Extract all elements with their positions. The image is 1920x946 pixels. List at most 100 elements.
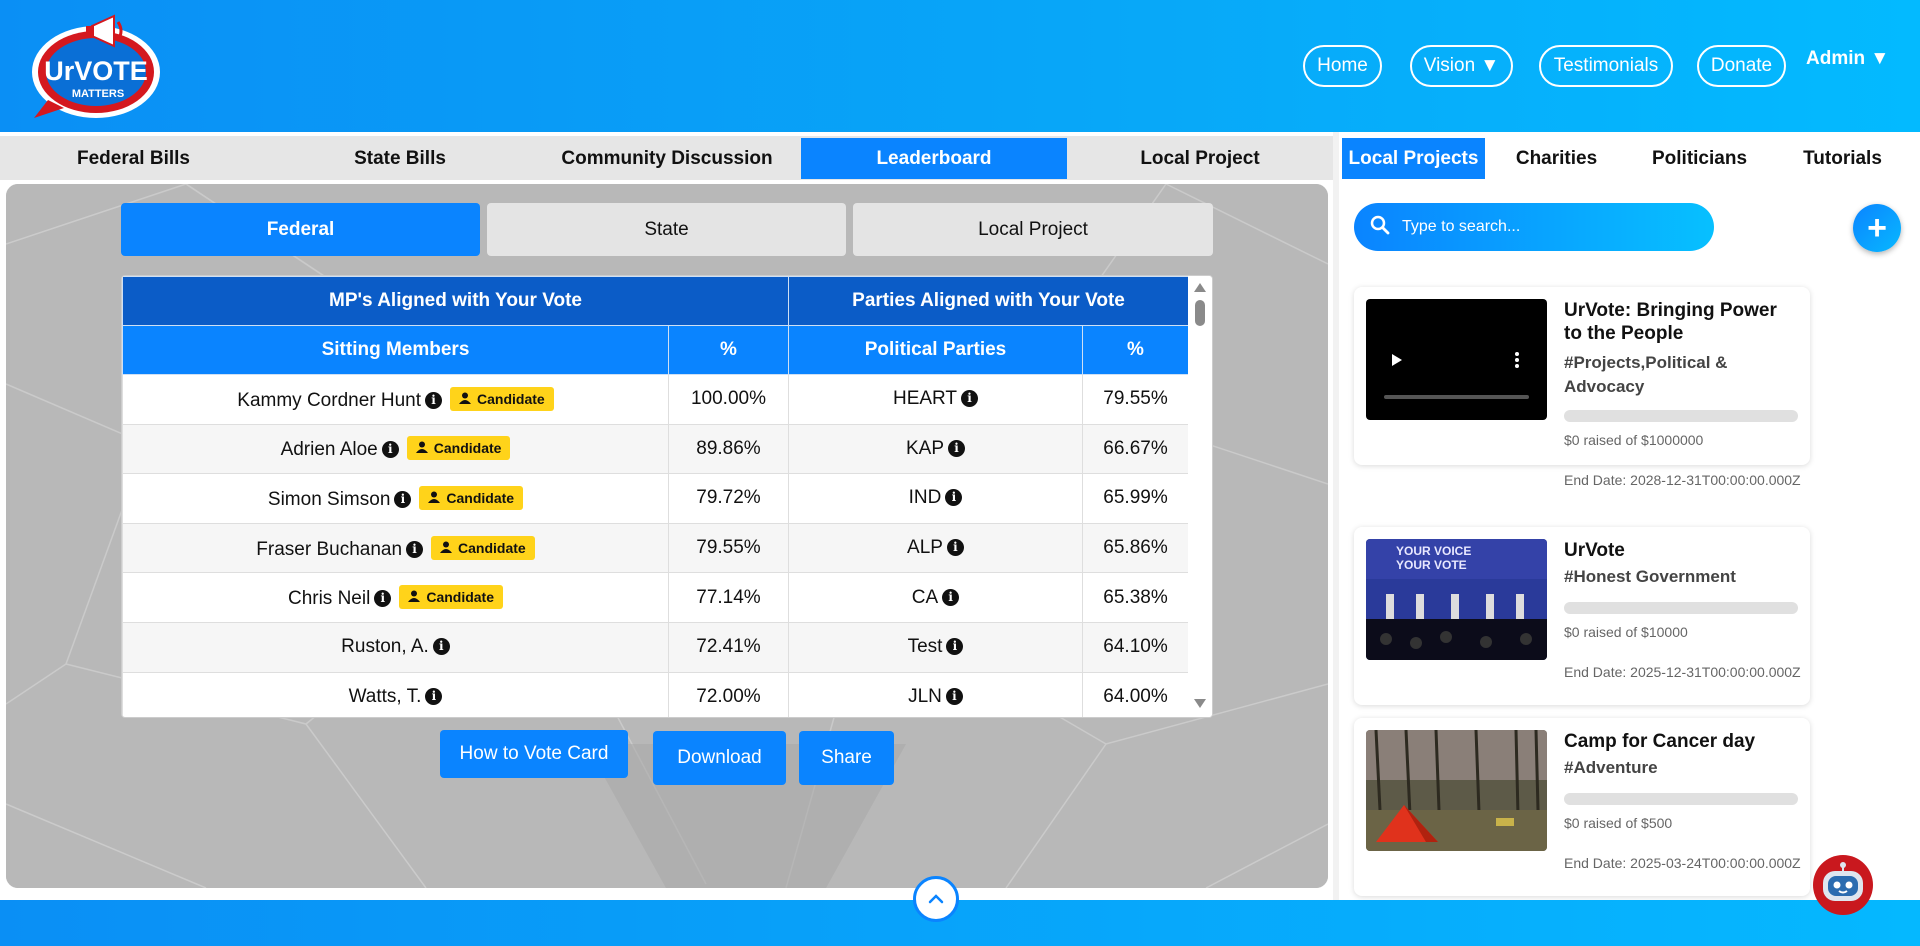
project-tags: #Honest Government (1564, 567, 1736, 586)
project-card[interactable]: UrVote: Bringing Power to the People #Pr… (1354, 287, 1810, 488)
member-cell: Fraser Buchanan i Candidate (122, 522, 669, 574)
seg-federal[interactable]: Federal (121, 203, 480, 256)
tab-local-projects[interactable]: Local Projects (1342, 138, 1485, 179)
party-name[interactable]: KAP (906, 438, 944, 459)
alignment-table-container[interactable]: MP's Aligned with Your Vote Parties Alig… (121, 275, 1213, 718)
sitting-members-header[interactable]: Sitting Members (122, 325, 669, 375)
nav-home-button[interactable]: Home (1303, 45, 1382, 87)
seg-local-project[interactable]: Local Project (853, 203, 1213, 256)
info-icon[interactable]: i (374, 590, 392, 608)
info-icon[interactable]: i (406, 540, 424, 558)
tab-state-bills[interactable]: State Bills (267, 138, 533, 179)
info-icon[interactable]: i (946, 539, 964, 557)
table-row[interactable]: Fraser Buchanan i Candidate 79.55% ALP i 65.86… (122, 522, 1190, 574)
member-name[interactable]: Simon Simson (268, 489, 391, 510)
table-row[interactable]: Kammy Cordner Hunt i Candidate 100.00% HEART… (122, 374, 1190, 425)
tab-politicians[interactable]: Politicians (1628, 138, 1771, 179)
info-icon[interactable]: i (942, 588, 960, 606)
member-percent: 100.00% (668, 374, 789, 425)
tab-tutorials[interactable]: Tutorials (1771, 138, 1914, 179)
table-scrollbar[interactable] (1188, 276, 1212, 717)
table-row[interactable]: Ruston, A. i 72.41% Test i 64.10% (122, 621, 1190, 673)
tab-leaderboard[interactable]: Leaderboard (801, 138, 1067, 179)
tab-community-discussion[interactable]: Community Discussion (533, 138, 801, 179)
party-cell: JLN i (788, 671, 1083, 717)
project-title[interactable]: Camp for Cancer day (1564, 730, 1794, 753)
project-card[interactable]: YOUR VOICE YOUR VOTE UrVote #Honest Gove… (1354, 527, 1810, 705)
info-icon[interactable]: i (945, 687, 963, 705)
info-icon[interactable]: i (961, 390, 979, 408)
party-name[interactable]: ALP (907, 537, 943, 558)
member-name[interactable]: Kammy Cordner Hunt (237, 390, 421, 411)
project-title[interactable]: UrVote (1564, 539, 1794, 562)
project-image[interactable]: YOUR VOICE YOUR VOTE (1366, 539, 1547, 660)
party-name[interactable]: HEART (893, 388, 957, 409)
info-icon[interactable]: i (394, 490, 412, 508)
info-icon[interactable]: i (945, 489, 963, 507)
member-name[interactable]: Ruston, A. (341, 636, 429, 657)
svg-text:MATTERS: MATTERS (72, 88, 124, 100)
admin-menu[interactable]: Admin ▼ (1806, 48, 1889, 70)
nav-testimonials-button[interactable]: Testimonials (1539, 45, 1673, 87)
party-cell: IND i (788, 473, 1083, 524)
member-cell: Chris Neil i Candidate (122, 572, 669, 623)
tab-charities[interactable]: Charities (1485, 138, 1628, 179)
table-row[interactable]: Simon Simson i Candidate 79.72% IND i 65.99% (122, 473, 1190, 524)
party-name[interactable]: CA (912, 587, 938, 608)
nav-vision-button[interactable]: Vision ▼ (1410, 45, 1513, 87)
scroll-to-top-button[interactable] (913, 876, 959, 922)
member-cell: Ruston, A. i (122, 621, 669, 673)
info-icon[interactable]: i (432, 638, 450, 656)
tab-local-project[interactable]: Local Project (1067, 138, 1333, 179)
svg-text:YOUR VOTE: YOUR VOTE (1396, 558, 1467, 572)
info-icon[interactable]: i (948, 439, 966, 457)
chatbot-icon[interactable] (1811, 853, 1875, 917)
add-project-button[interactable]: + (1853, 204, 1901, 252)
party-cell: Test i (788, 621, 1083, 673)
project-search-bar[interactable] (1354, 203, 1714, 251)
member-name[interactable]: Fraser Buchanan (256, 539, 402, 560)
download-button[interactable]: Download (653, 731, 786, 785)
political-parties-header[interactable]: Political Parties (788, 325, 1083, 375)
table-row[interactable]: Chris Neil i Candidate 77.14% CA i 65.38% (122, 572, 1190, 623)
party-percent: 64.10% (1081, 621, 1190, 673)
search-input[interactable] (1402, 218, 1702, 236)
person-icon (459, 391, 472, 407)
how-to-vote-card-button[interactable]: How to Vote Card (440, 730, 628, 778)
table-row[interactable]: Adrien Aloe i Candidate 89.86% KAP i 66.67% (122, 423, 1190, 475)
video-thumbnail[interactable] (1366, 299, 1547, 420)
project-card[interactable]: Camp for Cancer day #Adventure $0 raised… (1354, 718, 1810, 896)
info-icon[interactable]: i (425, 391, 443, 409)
member-percent-header[interactable]: % (668, 325, 789, 375)
party-name[interactable]: Test (908, 636, 943, 657)
project-image[interactable] (1366, 730, 1547, 851)
funding-progress-bar (1564, 793, 1798, 805)
party-cell: CA i (788, 572, 1083, 623)
person-icon (408, 589, 421, 605)
info-icon[interactable]: i (425, 687, 443, 705)
party-percent-header[interactable]: % (1081, 325, 1190, 375)
info-icon[interactable]: i (946, 638, 964, 656)
member-name[interactable]: Watts, T. (349, 686, 422, 707)
project-title[interactable]: UrVote: Bringing Power to the People (1564, 299, 1794, 345)
alignment-table: MP's Aligned with Your Vote Parties Alig… (122, 276, 1190, 717)
chevron-up-icon (928, 894, 944, 904)
member-percent: 72.00% (668, 671, 789, 717)
seg-state[interactable]: State (487, 203, 846, 256)
party-percent: 64.00% (1081, 671, 1190, 717)
svg-text:YOUR VOICE: YOUR VOICE (1396, 544, 1471, 558)
member-name[interactable]: Adrien Aloe (281, 439, 378, 460)
party-name[interactable]: IND (909, 487, 942, 508)
info-icon[interactable]: i (381, 441, 399, 459)
tab-federal-bills[interactable]: Federal Bills (0, 138, 267, 179)
funding-raised: $0 raised of $10000 (1564, 624, 1688, 640)
urvote-logo[interactable]: UrVOTE MATTERS (28, 10, 168, 122)
party-name[interactable]: JLN (908, 686, 942, 707)
table-row[interactable]: Watts, T. i 72.00% JLN i 64.00% (122, 671, 1190, 717)
share-button[interactable]: Share (799, 731, 894, 785)
nav-donate-button[interactable]: Donate (1697, 45, 1786, 87)
member-name[interactable]: Chris Neil (288, 588, 370, 609)
member-cell: Kammy Cordner Hunt i Candidate (122, 374, 669, 425)
party-percent: 65.99% (1081, 473, 1190, 524)
member-percent: 79.72% (668, 473, 789, 524)
